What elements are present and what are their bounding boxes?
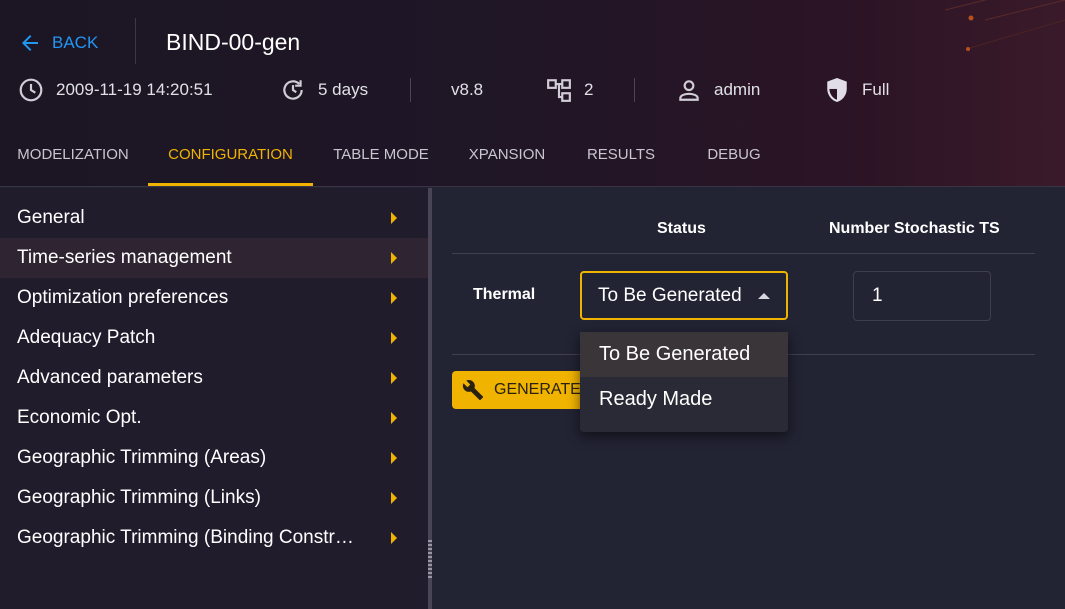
tab-configuration[interactable]: CONFIGURATION [148, 134, 313, 187]
sidebar-item-geographic-trimming-binding-constraints[interactable]: Geographic Trimming (Binding Constr… [0, 518, 428, 558]
chevron-right-icon [391, 532, 397, 544]
chevron-right-icon [391, 492, 397, 504]
study-header: BACK BIND-00-gen 2009-11-19 14:20:51 5 d… [0, 0, 1065, 187]
tab-modelization[interactable]: MODELIZATION [0, 134, 146, 187]
column-header-status: Status [657, 220, 706, 237]
sidebar-item-label: Geographic Trimming (Areas) [17, 447, 267, 468]
header-divider [452, 253, 1035, 254]
permission: Full [824, 74, 889, 106]
sidebar-item-label: Advanced parameters [17, 367, 203, 388]
active-tab-indicator [148, 183, 313, 186]
permission-text: Full [862, 80, 890, 99]
configuration-sidebar: General Time-series management Optimizat… [0, 188, 428, 609]
chevron-right-icon [391, 412, 397, 424]
row-label-thermal: Thermal [473, 286, 536, 303]
sidebar-item-optimization-preferences[interactable]: Optimization preferences [0, 278, 428, 318]
decorative-network-graphic [945, 0, 1065, 51]
back-label: BACK [52, 33, 99, 52]
thermal-status-value: To Be Generated [598, 284, 742, 306]
tree-count-text: 2 [584, 80, 594, 99]
tab-xpansion[interactable]: XPANSION [449, 134, 565, 187]
sidebar-item-adequacy-patch[interactable]: Adequacy Patch [0, 318, 428, 358]
status-dropdown-menu: To Be Generated Ready Made [580, 332, 788, 432]
thermal-status-select[interactable]: To Be Generated [580, 271, 788, 320]
wrench-icon [462, 380, 484, 401]
sidebar-item-label: Adequacy Patch [17, 327, 156, 348]
title-divider [135, 18, 136, 64]
study-meta-row: 2009-11-19 14:20:51 5 days v8.8 2 admin … [18, 74, 1058, 106]
chevron-right-icon [391, 332, 397, 344]
back-button[interactable]: BACK [18, 28, 98, 58]
owner-text: admin [714, 80, 761, 99]
thermal-number-stochastic-ts-input[interactable] [853, 271, 991, 321]
user-icon [679, 80, 699, 101]
tree-icon [547, 79, 571, 102]
sidebar-item-general[interactable]: General [0, 198, 428, 238]
owner: admin [676, 74, 760, 106]
tree-count: 2 [546, 74, 593, 106]
sidebar-item-label: Economic Opt. [17, 407, 142, 428]
generate-button[interactable]: GENERATE [452, 371, 592, 409]
sidebar-item-geographic-trimming-areas[interactable]: Geographic Trimming (Areas) [0, 438, 428, 478]
chevron-right-icon [391, 372, 397, 384]
caret-up-icon [758, 293, 770, 299]
tab-debug[interactable]: DEBUG [683, 134, 785, 187]
chevron-right-icon [391, 292, 397, 304]
shield-icon [827, 78, 847, 102]
chevron-right-icon [391, 212, 397, 224]
chevron-right-icon [391, 452, 397, 464]
sidebar-item-geographic-trimming-links[interactable]: Geographic Trimming (Links) [0, 478, 428, 518]
status-option-to-be-generated[interactable]: To Be Generated [580, 332, 788, 377]
tab-results[interactable]: RESULTS [565, 134, 677, 187]
arrow-left-icon [22, 35, 38, 51]
sidebar-item-economic-opt[interactable]: Economic Opt. [0, 398, 428, 438]
version-text: v8.8 [451, 80, 484, 99]
history-icon [283, 80, 303, 100]
sidebar-item-time-series-management[interactable]: Time-series management [0, 238, 428, 278]
status-option-ready-made[interactable]: Ready Made [580, 377, 788, 422]
sidebar-item-label: Optimization preferences [17, 287, 229, 308]
sidebar-item-label: Geographic Trimming (Links) [17, 487, 261, 508]
meta-divider [634, 78, 635, 102]
sidebar-item-advanced-parameters[interactable]: Advanced parameters [0, 358, 428, 398]
creation-date-text: 2009-11-19 14:20:51 [56, 80, 213, 99]
creation-date: 2009-11-19 14:20:51 [18, 74, 213, 106]
column-header-number-stochastic-ts: Number Stochastic TS [829, 220, 1000, 237]
chevron-right-icon [391, 252, 397, 264]
clock-icon [19, 78, 43, 102]
modification-age-text: 5 days [318, 80, 369, 99]
version: v8.8 [451, 74, 483, 106]
sidebar-item-label: Time-series management [17, 247, 232, 268]
generate-button-label: GENERATE [494, 381, 581, 398]
meta-divider [410, 78, 411, 102]
study-title: BIND-00-gen [166, 29, 301, 55]
sidebar-item-label: Geographic Trimming (Binding Constr… [17, 527, 354, 548]
modification-age: 5 days [280, 74, 368, 106]
sidebar-item-label: General [17, 207, 85, 228]
tab-table-mode[interactable]: TABLE MODE [313, 134, 449, 187]
